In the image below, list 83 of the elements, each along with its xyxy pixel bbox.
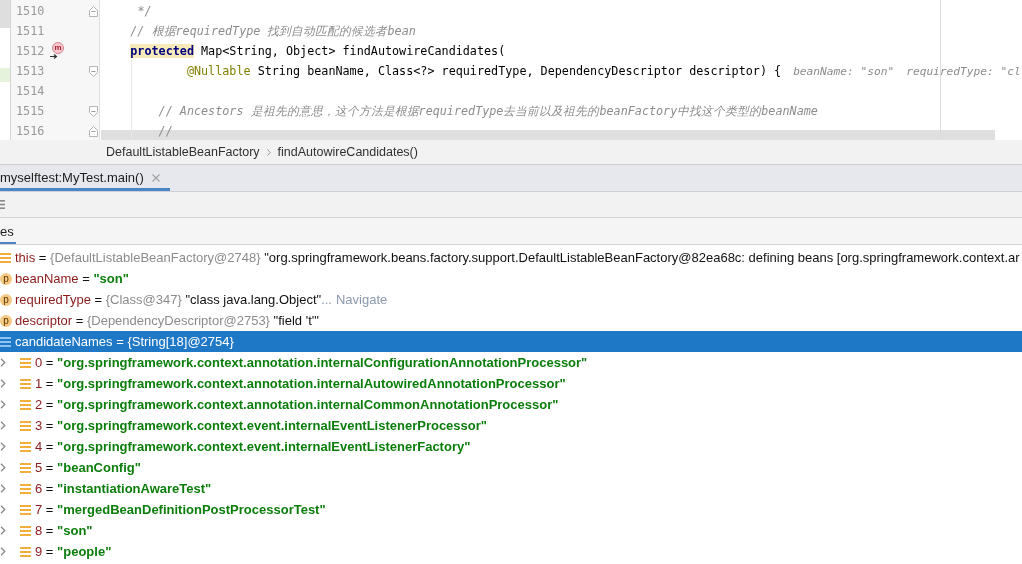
code-text: //: [158, 124, 173, 138]
list-icon: [20, 525, 31, 536]
line-number: 1512: [15, 44, 46, 58]
variables-tab[interactable]: es: [0, 218, 16, 244]
variable-row[interactable]: 9 = "people": [0, 541, 1022, 562]
menu-icon[interactable]: [0, 200, 5, 209]
variable-row[interactable]: this = {DefaultListableBeanFactory@2748} "org.springframework.beans.factory.support.DefaultListableBeanFactory@82ea68c: defining beans [org.springframework.context.ar: [0, 247, 1022, 268]
breadcrumb-item[interactable]: findAutowireCandidates(): [277, 145, 418, 159]
chevron-right-icon[interactable]: [0, 463, 6, 472]
variable-text: this = {DefaultListableBeanFactory@2748} "org.springframework.beans.factory.support.DefaultListableBeanFactory@82ea68c: defining beans [org.springframework.context.ar: [15, 250, 1020, 265]
arrow-icon: [50, 54, 58, 59]
fold-marker-icon[interactable]: [89, 5, 98, 17]
variable-row[interactable]: 1 = "org.springframework.context.annotation.internalAutowiredAnnotationProcessor": [0, 373, 1022, 394]
variable-text: 2 = "org.springframework.context.annotation.internalCommonAnnotationProcessor": [35, 397, 559, 412]
close-icon[interactable]: [151, 173, 160, 182]
code-text: */: [137, 4, 152, 18]
variable-text: 7 = "mergedBeanDefinitionPostProcessorTest": [35, 502, 326, 517]
variable-text: 3 = "org.springframework.context.event.internalEventListenerProcessor": [35, 418, 487, 433]
line-number: 1516: [15, 124, 46, 138]
variable-row[interactable]: p descriptor = {DependencyDescriptor@2753} "field 't'": [0, 310, 1022, 331]
list-icon: [20, 504, 31, 515]
variable-badge: p: [0, 314, 12, 327]
fold-marker-icon[interactable]: [89, 125, 98, 137]
chevron-right-icon[interactable]: [0, 505, 6, 514]
fold-marker-icon[interactable]: [89, 105, 98, 117]
variable-row[interactable]: candidateNames = {String[18]@2754}: [0, 331, 1022, 352]
chevron-right-icon: [266, 148, 271, 156]
variable-text: beanName = "son": [15, 271, 129, 286]
variable-text: 0 = "org.springframework.context.annotation.internalConfigurationAnnotationProcessor": [35, 355, 588, 370]
list-icon: [20, 357, 31, 368]
line-number: 1515: [15, 104, 46, 118]
variable-row[interactable]: 7 = "mergedBeanDefinitionPostProcessorTest": [0, 499, 1022, 520]
inline-value-hint: beanName: "son": [793, 64, 895, 78]
variable-row[interactable]: 2 = "org.springframework.context.annotation.internalCommonAnnotationProcessor": [0, 394, 1022, 415]
line-number: 1511: [15, 24, 46, 38]
fold-marker-icon[interactable]: [89, 65, 98, 77]
variable-text: descriptor = {DependencyDescriptor@2753} "field 't'": [15, 313, 319, 328]
list-icon: [20, 378, 31, 389]
variable-text: candidateNames = {String[18]@2754}: [15, 334, 234, 349]
panel-row-highlight: [0, 68, 10, 82]
chevron-right-icon[interactable]: [0, 547, 6, 556]
list-icon: [0, 252, 11, 263]
variable-badge: p: [0, 293, 12, 306]
variable-badge: p: [0, 272, 12, 285]
method-badge[interactable]: m: [52, 42, 64, 54]
chevron-right-icon[interactable]: [0, 442, 6, 451]
code-text: // 根据requiredType 找到自动匹配的候选者bean: [130, 23, 416, 39]
chevron-right-icon[interactable]: [0, 484, 6, 493]
chevron-right-icon[interactable]: [0, 379, 6, 388]
variable-row[interactable]: 5 = "beanConfig": [0, 457, 1022, 478]
variable-text: 6 = "instantiationAwareTest": [35, 481, 212, 496]
list-icon: [20, 441, 31, 452]
variable-text: 8 = "son": [35, 523, 93, 538]
variable-row[interactable]: 6 = "instantiationAwareTest": [0, 478, 1022, 499]
variable-text: 5 = "beanConfig": [35, 460, 141, 475]
variable-row[interactable]: 3 = "org.springframework.context.event.internalEventListenerProcessor": [0, 415, 1022, 436]
chevron-right-icon[interactable]: [0, 358, 6, 367]
chevron-right-icon[interactable]: [0, 400, 6, 409]
list-icon: [20, 420, 31, 431]
list-icon: [20, 399, 31, 410]
code-text: @Nullable String beanName, Class<?> requiredType, DependencyDescriptor descriptor) {: [186, 64, 782, 78]
list-icon: [20, 483, 31, 494]
inline-value-hint: requiredType: "cl: [906, 64, 1021, 78]
chevron-right-icon[interactable]: [0, 526, 6, 535]
code-text: // Ancestors 是祖先的意思，这个方法是根据requiredType去当前以及祖先的beanFactory中找这个类型的beanName: [158, 103, 818, 119]
line-number: 1510: [15, 4, 46, 18]
variable-row[interactable]: p requiredType = {Class@347} "class java.lang.Object"... Navigate: [0, 289, 1022, 310]
line-number: 1514: [15, 84, 46, 98]
list-icon: [20, 546, 31, 557]
variable-row[interactable]: 8 = "son": [0, 520, 1022, 541]
variable-text: 9 = "people": [35, 544, 112, 559]
variable-row[interactable]: 4 = "org.springframework.context.event.internalEventListenerFactory": [0, 436, 1022, 457]
breadcrumb-item[interactable]: DefaultListableBeanFactory: [106, 145, 260, 159]
variable-row[interactable]: p beanName = "son": [0, 268, 1022, 289]
chevron-right-icon[interactable]: [0, 421, 6, 430]
variable-row[interactable]: 0 = "org.springframework.context.annotation.internalConfigurationAnnotationProcessor": [0, 352, 1022, 373]
list-icon: [20, 462, 31, 473]
variable-text: requiredType = {Class@347} "class java.lang.Object"...: [15, 292, 332, 307]
list-icon: [0, 336, 11, 347]
variable-text: 4 = "org.springframework.context.event.internalEventListenerFactory": [35, 439, 471, 454]
line-number: 1513: [15, 64, 46, 78]
variable-text: 1 = "org.springframework.context.annotation.internalAutowiredAnnotationProcessor": [35, 376, 566, 391]
code-text: protected Map<String, Object> findAutowireCandidates(: [130, 44, 506, 58]
